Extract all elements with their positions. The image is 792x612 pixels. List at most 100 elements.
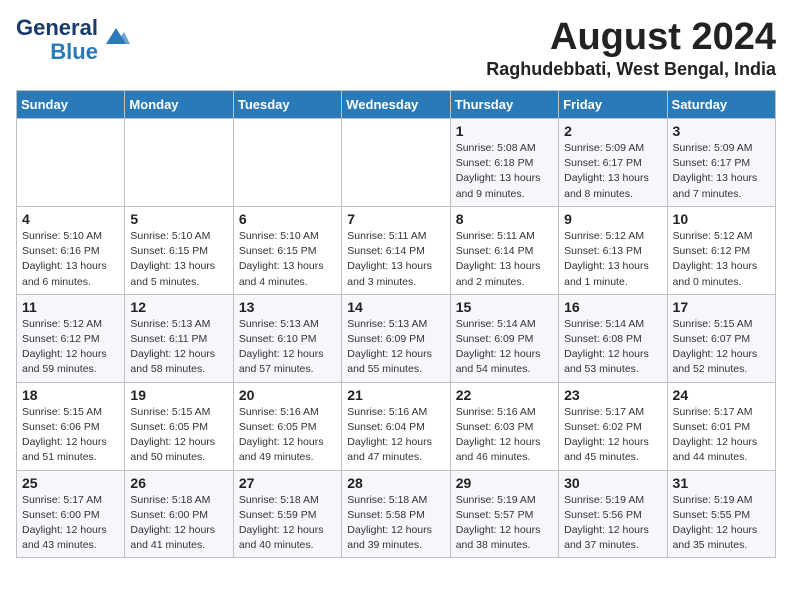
day-detail: Sunrise: 5:11 AM Sunset: 6:14 PM Dayligh… — [347, 229, 444, 290]
header-wednesday: Wednesday — [342, 91, 450, 119]
day-number: 23 — [564, 387, 661, 403]
day-number: 3 — [673, 123, 770, 139]
day-number: 21 — [347, 387, 444, 403]
day-number: 7 — [347, 211, 444, 227]
table-row: 1 Sunrise: 5:08 AM Sunset: 6:18 PM Daylig… — [450, 119, 558, 207]
table-row — [125, 119, 233, 207]
table-row: 9 Sunrise: 5:12 AM Sunset: 6:13 PM Daylig… — [559, 206, 667, 294]
day-number: 5 — [130, 211, 227, 227]
day-number: 29 — [456, 475, 553, 491]
day-number: 2 — [564, 123, 661, 139]
page-header: General Blue August 2024 Raghudebbati, W… — [16, 16, 776, 80]
table-row: 11Sunrise: 5:12 AM Sunset: 6:12 PM Dayli… — [17, 294, 125, 382]
day-number: 24 — [673, 387, 770, 403]
day-detail: Sunrise: 5:08 AM Sunset: 6:18 PM Dayligh… — [456, 141, 553, 202]
table-row: 4 Sunrise: 5:10 AM Sunset: 6:16 PM Daylig… — [17, 206, 125, 294]
day-detail: Sunrise: 5:09 AM Sunset: 6:17 PM Dayligh… — [564, 141, 661, 202]
logo-icon — [102, 24, 130, 48]
page-subtitle: Raghudebbati, West Bengal, India — [486, 59, 776, 80]
table-row: 3Sunrise: 5:09 AM Sunset: 6:17 PM Daylig… — [667, 119, 775, 207]
day-detail: Sunrise: 5:18 AM Sunset: 5:59 PM Dayligh… — [239, 493, 336, 554]
table-row: 18 Sunrise: 5:15 AM Sunset: 6:06 PM Dayli… — [17, 382, 125, 470]
logo: General Blue — [16, 16, 130, 64]
day-detail: Sunrise: 5:14 AM Sunset: 6:09 PM Dayligh… — [456, 317, 553, 378]
table-row: 22 Sunrise: 5:16 AM Sunset: 6:03 PM Dayli… — [450, 382, 558, 470]
day-detail: Sunrise: 5:12 AM Sunset: 6:12 PM Dayligh… — [22, 317, 119, 378]
day-detail: Sunrise: 5:10 AM Sunset: 6:15 PM Dayligh… — [130, 229, 227, 290]
calendar-week-row: 11Sunrise: 5:12 AM Sunset: 6:12 PM Dayli… — [17, 294, 776, 382]
table-row: 28 Sunrise: 5:18 AM Sunset: 5:58 PM Dayli… — [342, 470, 450, 558]
day-number: 15 — [456, 299, 553, 315]
day-number: 28 — [347, 475, 444, 491]
day-number: 16 — [564, 299, 661, 315]
header-friday: Friday — [559, 91, 667, 119]
day-detail: Sunrise: 5:16 AM Sunset: 6:05 PM Dayligh… — [239, 405, 336, 466]
day-detail: Sunrise: 5:13 AM Sunset: 6:11 PM Dayligh… — [130, 317, 227, 378]
table-row: 16 Sunrise: 5:14 AM Sunset: 6:08 PM Dayli… — [559, 294, 667, 382]
day-number: 9 — [564, 211, 661, 227]
day-number: 20 — [239, 387, 336, 403]
header-monday: Monday — [125, 91, 233, 119]
table-row — [342, 119, 450, 207]
day-detail: Sunrise: 5:16 AM Sunset: 6:03 PM Dayligh… — [456, 405, 553, 466]
page-title: August 2024 — [486, 16, 776, 59]
table-row: 21 Sunrise: 5:16 AM Sunset: 6:04 PM Dayli… — [342, 382, 450, 470]
table-row: 7 Sunrise: 5:11 AM Sunset: 6:14 PM Daylig… — [342, 206, 450, 294]
table-row: 19 Sunrise: 5:15 AM Sunset: 6:05 PM Dayli… — [125, 382, 233, 470]
logo-general: General — [16, 16, 98, 40]
table-row: 30Sunrise: 5:19 AM Sunset: 5:56 PM Dayli… — [559, 470, 667, 558]
day-detail: Sunrise: 5:14 AM Sunset: 6:08 PM Dayligh… — [564, 317, 661, 378]
calendar-week-row: 25 Sunrise: 5:17 AM Sunset: 6:00 PM Dayli… — [17, 470, 776, 558]
day-number: 19 — [130, 387, 227, 403]
day-detail: Sunrise: 5:10 AM Sunset: 6:16 PM Dayligh… — [22, 229, 119, 290]
day-detail: Sunrise: 5:17 AM Sunset: 6:02 PM Dayligh… — [564, 405, 661, 466]
day-number: 12 — [130, 299, 227, 315]
day-detail: Sunrise: 5:19 AM Sunset: 5:56 PM Dayligh… — [564, 493, 661, 554]
day-number: 31 — [673, 475, 770, 491]
day-detail: Sunrise: 5:15 AM Sunset: 6:07 PM Dayligh… — [673, 317, 770, 378]
header-tuesday: Tuesday — [233, 91, 341, 119]
table-row — [233, 119, 341, 207]
table-row: 6 Sunrise: 5:10 AM Sunset: 6:15 PM Daylig… — [233, 206, 341, 294]
table-row: 15 Sunrise: 5:14 AM Sunset: 6:09 PM Dayli… — [450, 294, 558, 382]
table-row: 20 Sunrise: 5:16 AM Sunset: 6:05 PM Dayli… — [233, 382, 341, 470]
day-number: 22 — [456, 387, 553, 403]
day-number: 26 — [130, 475, 227, 491]
day-number: 25 — [22, 475, 119, 491]
table-row: 23 Sunrise: 5:17 AM Sunset: 6:02 PM Dayli… — [559, 382, 667, 470]
day-detail: Sunrise: 5:19 AM Sunset: 5:55 PM Dayligh… — [673, 493, 770, 554]
day-detail: Sunrise: 5:15 AM Sunset: 6:06 PM Dayligh… — [22, 405, 119, 466]
header-sunday: Sunday — [17, 91, 125, 119]
day-detail: Sunrise: 5:12 AM Sunset: 6:13 PM Dayligh… — [564, 229, 661, 290]
logo-blue: Blue — [50, 40, 98, 64]
table-row: 26 Sunrise: 5:18 AM Sunset: 6:00 PM Dayli… — [125, 470, 233, 558]
calendar-header-row: Sunday Monday Tuesday Wednesday Thursday… — [17, 91, 776, 119]
day-detail: Sunrise: 5:17 AM Sunset: 6:00 PM Dayligh… — [22, 493, 119, 554]
table-row: 2 Sunrise: 5:09 AM Sunset: 6:17 PM Daylig… — [559, 119, 667, 207]
day-detail: Sunrise: 5:17 AM Sunset: 6:01 PM Dayligh… — [673, 405, 770, 466]
day-detail: Sunrise: 5:13 AM Sunset: 6:09 PM Dayligh… — [347, 317, 444, 378]
calendar-week-row: 18 Sunrise: 5:15 AM Sunset: 6:06 PM Dayli… — [17, 382, 776, 470]
day-detail: Sunrise: 5:15 AM Sunset: 6:05 PM Dayligh… — [130, 405, 227, 466]
day-number: 1 — [456, 123, 553, 139]
day-number: 18 — [22, 387, 119, 403]
title-section: August 2024 Raghudebbati, West Bengal, I… — [486, 16, 776, 80]
day-detail: Sunrise: 5:18 AM Sunset: 6:00 PM Dayligh… — [130, 493, 227, 554]
table-row — [17, 119, 125, 207]
day-detail: Sunrise: 5:10 AM Sunset: 6:15 PM Dayligh… — [239, 229, 336, 290]
day-detail: Sunrise: 5:18 AM Sunset: 5:58 PM Dayligh… — [347, 493, 444, 554]
table-row: 24 Sunrise: 5:17 AM Sunset: 6:01 PM Dayli… — [667, 382, 775, 470]
day-number: 4 — [22, 211, 119, 227]
day-detail: Sunrise: 5:16 AM Sunset: 6:04 PM Dayligh… — [347, 405, 444, 466]
day-number: 13 — [239, 299, 336, 315]
day-number: 8 — [456, 211, 553, 227]
table-row: 31 Sunrise: 5:19 AM Sunset: 5:55 PM Dayli… — [667, 470, 775, 558]
table-row: 17 Sunrise: 5:15 AM Sunset: 6:07 PM Dayli… — [667, 294, 775, 382]
day-number: 6 — [239, 211, 336, 227]
header-thursday: Thursday — [450, 91, 558, 119]
day-number: 17 — [673, 299, 770, 315]
table-row: 8Sunrise: 5:11 AM Sunset: 6:14 PM Daylig… — [450, 206, 558, 294]
table-row: 12 Sunrise: 5:13 AM Sunset: 6:11 PM Dayli… — [125, 294, 233, 382]
calendar-week-row: 4 Sunrise: 5:10 AM Sunset: 6:16 PM Daylig… — [17, 206, 776, 294]
table-row: 27Sunrise: 5:18 AM Sunset: 5:59 PM Dayli… — [233, 470, 341, 558]
